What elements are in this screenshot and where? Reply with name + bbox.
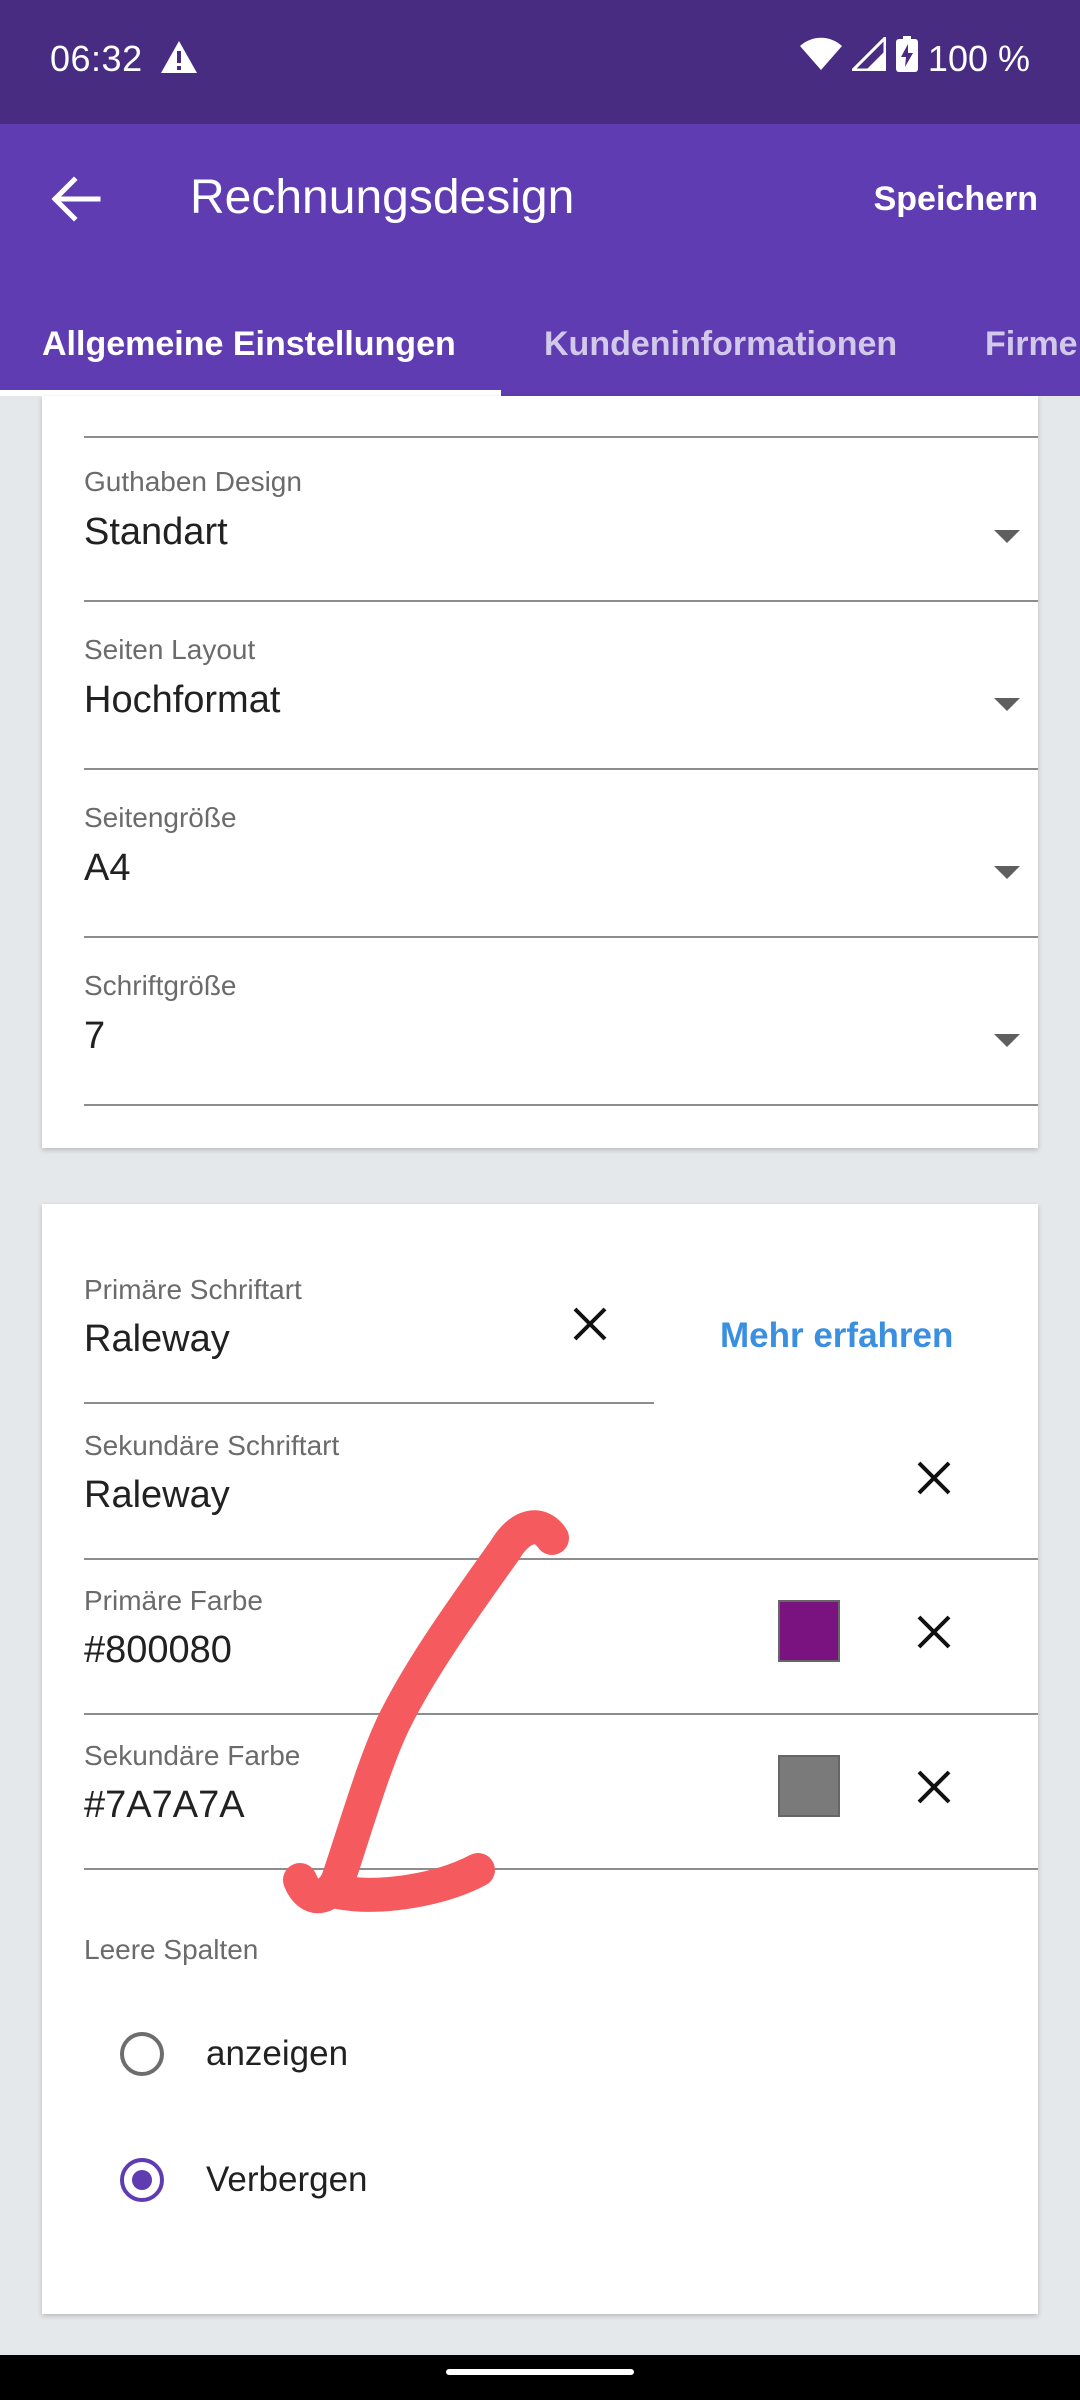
clear-primary-color-icon[interactable]	[914, 1612, 954, 1652]
status-time: 06:32	[50, 38, 143, 79]
home-gesture-handle[interactable]	[446, 2369, 634, 2375]
field-value: Raleway	[84, 1318, 230, 1360]
page-size-dropdown[interactable]: Seitengröße A4	[84, 802, 1038, 942]
page-title: Rechnungsdesign	[190, 171, 575, 224]
dropdown-arrow-icon	[994, 530, 1020, 543]
clear-primary-font-icon[interactable]	[570, 1304, 610, 1344]
credit-design-dropdown[interactable]: Guthaben Design Standart	[84, 466, 1038, 606]
page-settings-card: Guthaben Design Standart Seiten Layout H…	[42, 396, 1038, 1148]
secondary-color-field[interactable]: Sekundäre Farbe #7A7A7A	[84, 1740, 1038, 1870]
dropdown-arrow-icon	[994, 1034, 1020, 1047]
tab-customer-info[interactable]: Kundeninformationen	[544, 302, 897, 396]
field-value: 7	[84, 1015, 106, 1057]
field-label: Sekundäre Schriftart	[84, 1430, 340, 1461]
save-button[interactable]: Speichern	[874, 180, 1038, 219]
primary-color-field[interactable]: Primäre Farbe #800080	[84, 1585, 1038, 1715]
field-label: Guthaben Design	[84, 466, 302, 497]
field-label: Schriftgröße	[84, 970, 237, 1001]
previous-field-underline	[84, 436, 1038, 438]
field-value: #800080	[84, 1629, 232, 1671]
primary-font-field[interactable]: Primäre Schriftart Raleway	[84, 1274, 654, 1406]
empty-columns-group: Leere Spalten	[84, 1934, 1038, 1974]
field-label: Primäre Schriftart	[84, 1274, 302, 1305]
font-size-dropdown[interactable]: Schriftgröße 7	[84, 970, 1038, 1110]
page-layout-dropdown[interactable]: Seiten Layout Hochformat	[84, 634, 1038, 774]
radio-show-empty-columns[interactable]: anzeigen	[120, 2014, 348, 2094]
secondary-font-field[interactable]: Sekundäre Schriftart Raleway	[84, 1430, 1038, 1560]
radio-hide-empty-columns[interactable]: Verbergen	[120, 2140, 368, 2220]
field-label: Seitengröße	[84, 802, 237, 833]
field-value: A4	[84, 847, 131, 889]
secondary-color-swatch[interactable]	[778, 1755, 840, 1817]
signal-icon	[849, 34, 887, 80]
learn-more-link[interactable]: Mehr erfahren	[720, 1316, 953, 1356]
app-bar: Rechnungsdesign Speichern Allgemeine Ein…	[0, 124, 1080, 396]
clear-secondary-color-icon[interactable]	[914, 1767, 954, 1807]
battery-charging-icon	[895, 36, 918, 81]
empty-columns-label: Leere Spalten	[84, 1934, 259, 1965]
warning-icon	[160, 40, 198, 79]
design-settings-card: Primäre Schriftart Raleway Mehr erfahren…	[42, 1204, 1038, 2314]
field-label: Primäre Farbe	[84, 1585, 263, 1616]
field-label: Seiten Layout	[84, 634, 256, 665]
field-value: Raleway	[84, 1474, 230, 1516]
field-value: Standart	[84, 511, 228, 553]
dropdown-arrow-icon	[994, 698, 1020, 711]
field-value: Hochformat	[84, 679, 281, 721]
battery-percent: 100 %	[927, 37, 1030, 79]
radio-label: anzeigen	[206, 2034, 349, 2073]
dropdown-arrow-icon	[994, 866, 1020, 879]
status-bar: 06:32 100 %	[0, 0, 1080, 124]
tab-bar: Allgemeine Einstellungen Kundeninformati…	[0, 302, 1080, 396]
radio-selected-icon	[120, 2158, 164, 2202]
back-arrow-icon[interactable]	[48, 172, 102, 226]
radio-label: Verbergen	[206, 2160, 368, 2199]
field-value: #7A7A7A	[84, 1784, 245, 1826]
field-label: Sekundäre Farbe	[84, 1740, 301, 1771]
clear-secondary-font-icon[interactable]	[914, 1458, 954, 1498]
status-icons: 100 %	[799, 34, 1030, 81]
primary-color-swatch[interactable]	[778, 1600, 840, 1662]
navigation-bar	[0, 2355, 1080, 2400]
radio-unselected-icon	[120, 2032, 164, 2076]
wifi-icon	[799, 37, 842, 80]
tab-general-settings[interactable]: Allgemeine Einstellungen	[42, 302, 456, 396]
tab-company[interactable]: Firme	[985, 302, 1078, 396]
